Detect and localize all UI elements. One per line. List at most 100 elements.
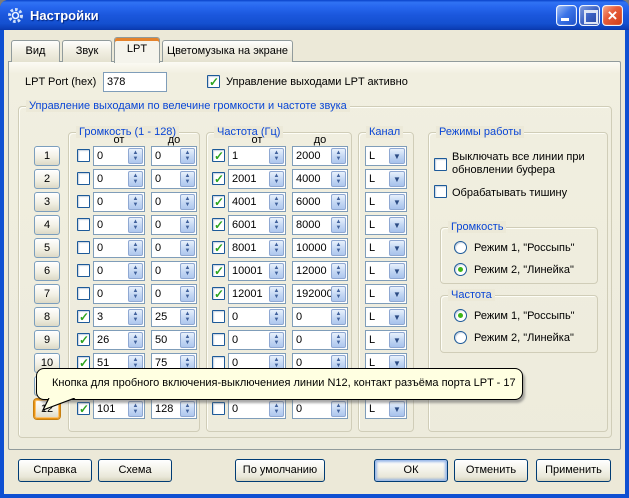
volume-enable-checkbox[interactable] — [77, 310, 90, 324]
channel-select[interactable]: L▼ — [365, 215, 407, 235]
spinner-up-down-icon[interactable]: ▲▼ — [128, 309, 143, 325]
volume-enable-checkbox[interactable] — [77, 195, 90, 208]
spinner-up-down-icon[interactable]: ▲▼ — [269, 148, 284, 164]
frequency-from-spinner[interactable]: 8001 ▲ ▼ — [228, 238, 286, 258]
volume-enable-checkbox[interactable] — [77, 287, 90, 300]
dropdown-arrow-icon[interactable]: ▼ — [389, 263, 405, 279]
volume-mode1-radio[interactable] — [454, 241, 467, 254]
frequency-enable-checkbox[interactable] — [212, 264, 225, 278]
spinner-up-down-icon[interactable]: ▲▼ — [331, 286, 346, 302]
volume-from-spinner[interactable]: 0 ▲ ▼ — [93, 238, 145, 258]
spinner-up-down-icon[interactable]: ▲▼ — [128, 217, 143, 233]
disable-lines-on-refresh-checkbox[interactable] — [434, 158, 447, 171]
ok-button[interactable]: ОК — [374, 459, 448, 482]
lpt-port-input[interactable]: 378 — [103, 72, 167, 92]
spinner-up-down-icon[interactable]: ▲▼ — [269, 309, 284, 325]
line-1-test-button[interactable]: 1 — [34, 146, 60, 166]
spinner-up-down-icon[interactable]: ▲▼ — [269, 401, 284, 417]
frequency-enable-checkbox[interactable] — [212, 149, 225, 163]
dropdown-arrow-icon[interactable]: ▼ — [389, 401, 405, 417]
spinner-up-down-icon[interactable]: ▲▼ — [331, 309, 346, 325]
volume-from-spinner[interactable]: 0 ▲ ▼ — [93, 284, 145, 304]
spinner-up-down-icon[interactable]: ▲▼ — [269, 217, 284, 233]
spinner-up-down-icon[interactable]: ▲▼ — [128, 171, 143, 187]
volume-from-spinner[interactable]: 0 ▲ ▼ — [93, 169, 145, 189]
frequency-to-spinner[interactable]: 4000 ▲ ▼ — [292, 169, 348, 189]
volume-to-spinner[interactable]: 0 ▲ ▼ — [151, 146, 197, 166]
volume-mode2-radio[interactable] — [454, 263, 467, 276]
dropdown-arrow-icon[interactable]: ▼ — [389, 148, 405, 164]
spinner-up-down-icon[interactable]: ▲▼ — [269, 332, 284, 348]
frequency-enable-checkbox[interactable] — [212, 241, 225, 255]
spinner-up-down-icon[interactable]: ▲▼ — [180, 217, 195, 233]
spinner-up-down-icon[interactable]: ▲▼ — [180, 194, 195, 210]
channel-select[interactable]: L▼ — [365, 261, 407, 281]
line-9-test-button[interactable]: 9 — [34, 330, 60, 350]
schema-button[interactable]: Схема — [98, 459, 172, 482]
frequency-enable-checkbox[interactable] — [212, 172, 225, 186]
dropdown-arrow-icon[interactable]: ▼ — [389, 217, 405, 233]
volume-enable-checkbox[interactable] — [77, 333, 90, 347]
frequency-to-spinner[interactable]: 192000 ▲ ▼ — [292, 284, 348, 304]
frequency-from-spinner[interactable]: 0 ▲ ▼ — [228, 330, 286, 350]
channel-select[interactable]: L▼ — [365, 192, 407, 212]
spinner-up-down-icon[interactable]: ▲▼ — [180, 240, 195, 256]
volume-from-spinner[interactable]: 26 ▲ ▼ — [93, 330, 145, 350]
volume-enable-checkbox[interactable] — [77, 402, 90, 416]
apply-button[interactable]: Применить — [536, 459, 611, 482]
frequency-to-spinner[interactable]: 0 ▲ ▼ — [292, 330, 348, 350]
channel-select[interactable]: L▼ — [365, 330, 407, 350]
frequency-to-spinner[interactable]: 0 ▲ ▼ — [292, 399, 348, 419]
line-6-test-button[interactable]: 6 — [34, 261, 60, 281]
tab-zvuk[interactable]: Звук — [62, 40, 112, 62]
frequency-from-spinner[interactable]: 0 ▲ ▼ — [228, 307, 286, 327]
frequency-mode1-radio[interactable] — [454, 309, 467, 322]
spinner-up-down-icon[interactable]: ▲▼ — [180, 401, 195, 417]
frequency-from-spinner[interactable]: 0 ▲ ▼ — [228, 399, 286, 419]
spinner-up-down-icon[interactable]: ▲▼ — [331, 332, 346, 348]
frequency-enable-checkbox[interactable] — [212, 287, 225, 301]
spinner-up-down-icon[interactable]: ▲▼ — [269, 171, 284, 187]
volume-enable-checkbox[interactable] — [77, 149, 90, 162]
minimize-button[interactable] — [556, 5, 577, 26]
frequency-to-spinner[interactable]: 2000 ▲ ▼ — [292, 146, 348, 166]
frequency-to-spinner[interactable]: 10000 ▲ ▼ — [292, 238, 348, 258]
dropdown-arrow-icon[interactable]: ▼ — [389, 286, 405, 302]
volume-from-spinner[interactable]: 0 ▲ ▼ — [93, 192, 145, 212]
spinner-up-down-icon[interactable]: ▲▼ — [128, 263, 143, 279]
volume-to-spinner[interactable]: 0 ▲ ▼ — [151, 169, 197, 189]
spinner-up-down-icon[interactable]: ▲▼ — [180, 332, 195, 348]
volume-to-spinner[interactable]: 0 ▲ ▼ — [151, 284, 197, 304]
channel-select[interactable]: L▼ — [365, 169, 407, 189]
frequency-from-spinner[interactable]: 2001 ▲ ▼ — [228, 169, 286, 189]
spinner-up-down-icon[interactable]: ▲▼ — [269, 194, 284, 210]
spinner-up-down-icon[interactable]: ▲▼ — [331, 240, 346, 256]
spinner-up-down-icon[interactable]: ▲▼ — [180, 263, 195, 279]
spinner-up-down-icon[interactable]: ▲▼ — [269, 240, 284, 256]
channel-select[interactable]: L▼ — [365, 399, 407, 419]
spinner-up-down-icon[interactable]: ▲▼ — [331, 148, 346, 164]
volume-to-spinner[interactable]: 0 ▲ ▼ — [151, 215, 197, 235]
process-silence-checkbox[interactable] — [434, 185, 447, 198]
lpt-active-checkbox[interactable] — [207, 75, 220, 89]
volume-from-spinner[interactable]: 0 ▲ ▼ — [93, 215, 145, 235]
volume-enable-checkbox[interactable] — [77, 172, 90, 185]
frequency-mode2-radio[interactable] — [454, 331, 467, 344]
close-button[interactable] — [602, 5, 623, 26]
volume-to-spinner[interactable]: 128 ▲ ▼ — [151, 399, 197, 419]
spinner-up-down-icon[interactable]: ▲▼ — [331, 171, 346, 187]
channel-select[interactable]: L▼ — [365, 284, 407, 304]
volume-to-spinner[interactable]: 0 ▲ ▼ — [151, 238, 197, 258]
volume-enable-checkbox[interactable] — [77, 264, 90, 277]
spinner-up-down-icon[interactable]: ▲▼ — [331, 263, 346, 279]
frequency-enable-checkbox[interactable] — [212, 195, 225, 209]
spinner-up-down-icon[interactable]: ▲▼ — [128, 332, 143, 348]
frequency-from-spinner[interactable]: 10001 ▲ ▼ — [228, 261, 286, 281]
frequency-from-spinner[interactable]: 12001 ▲ ▼ — [228, 284, 286, 304]
volume-from-spinner[interactable]: 0 ▲ ▼ — [93, 261, 145, 281]
tab-vid[interactable]: Вид — [11, 40, 60, 62]
line-4-test-button[interactable]: 4 — [34, 215, 60, 235]
spinner-up-down-icon[interactable]: ▲▼ — [128, 240, 143, 256]
frequency-enable-checkbox[interactable] — [212, 310, 225, 323]
spinner-up-down-icon[interactable]: ▲▼ — [180, 286, 195, 302]
